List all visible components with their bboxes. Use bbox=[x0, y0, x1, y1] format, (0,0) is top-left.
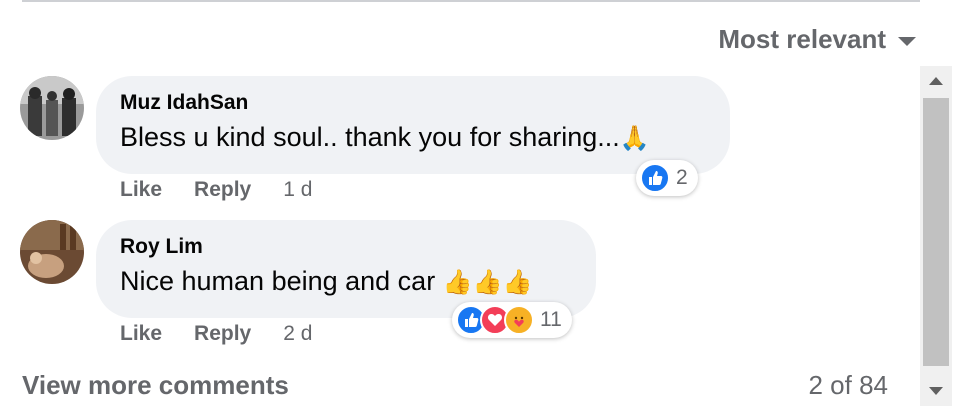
comment-pager: 2 of 84 bbox=[808, 370, 888, 400]
comment-timestamp[interactable]: 2 d bbox=[283, 322, 312, 346]
comment-actions: Like Reply 2 d bbox=[120, 322, 312, 346]
comment-text: Bless u kind soul.. thank you for sharin… bbox=[120, 120, 706, 156]
comment-text: Nice human being and car 👍👍👍 bbox=[120, 264, 572, 300]
avatar[interactable] bbox=[20, 220, 84, 284]
reaction-count: 11 bbox=[540, 308, 562, 331]
like-icon bbox=[640, 163, 670, 193]
reaction-summary[interactable]: 2 bbox=[636, 160, 698, 196]
reply-button[interactable]: Reply bbox=[194, 178, 251, 202]
sort-label: Most relevant bbox=[718, 23, 886, 54]
comment-item: Roy Lim Nice human being and car 👍👍👍 11 … bbox=[20, 220, 720, 350]
scrollbar[interactable] bbox=[920, 66, 952, 406]
reaction-count: 2 bbox=[676, 166, 688, 189]
avatar[interactable] bbox=[20, 76, 84, 140]
comment-author[interactable]: Roy Lim bbox=[120, 234, 572, 260]
comment-text-body: Nice human being and car bbox=[120, 266, 436, 296]
arrow-up-icon bbox=[929, 77, 943, 85]
scroll-down-button[interactable] bbox=[920, 376, 952, 406]
thumbs-up-emoji-icon: 👍👍👍 bbox=[442, 269, 533, 296]
view-more-comments-link[interactable]: View more comments bbox=[22, 370, 289, 401]
sort-dropdown[interactable]: Most relevant bbox=[718, 22, 916, 56]
comment-item: Muz IdahSan Bless u kind soul.. thank yo… bbox=[20, 76, 730, 206]
caret-down-icon bbox=[898, 36, 916, 46]
comment-bubble: Muz IdahSan Bless u kind soul.. thank yo… bbox=[96, 76, 730, 174]
top-divider bbox=[22, 0, 920, 2]
scrollbar-thumb[interactable] bbox=[923, 98, 949, 366]
like-button[interactable]: Like bbox=[120, 178, 162, 202]
comment-timestamp[interactable]: 1 d bbox=[283, 178, 312, 202]
reaction-summary[interactable]: 11 bbox=[452, 302, 572, 338]
like-button[interactable]: Like bbox=[120, 322, 162, 346]
arrow-down-icon bbox=[929, 387, 943, 395]
reply-button[interactable]: Reply bbox=[194, 322, 251, 346]
comment-author[interactable]: Muz IdahSan bbox=[120, 90, 706, 116]
comment-text-body: Bless u kind soul.. thank you for sharin… bbox=[120, 122, 620, 152]
care-icon bbox=[504, 305, 534, 335]
pray-emoji-icon: 🙏 bbox=[619, 125, 650, 152]
scroll-up-button[interactable] bbox=[920, 66, 952, 96]
comment-actions: Like Reply 1 d bbox=[120, 178, 312, 202]
